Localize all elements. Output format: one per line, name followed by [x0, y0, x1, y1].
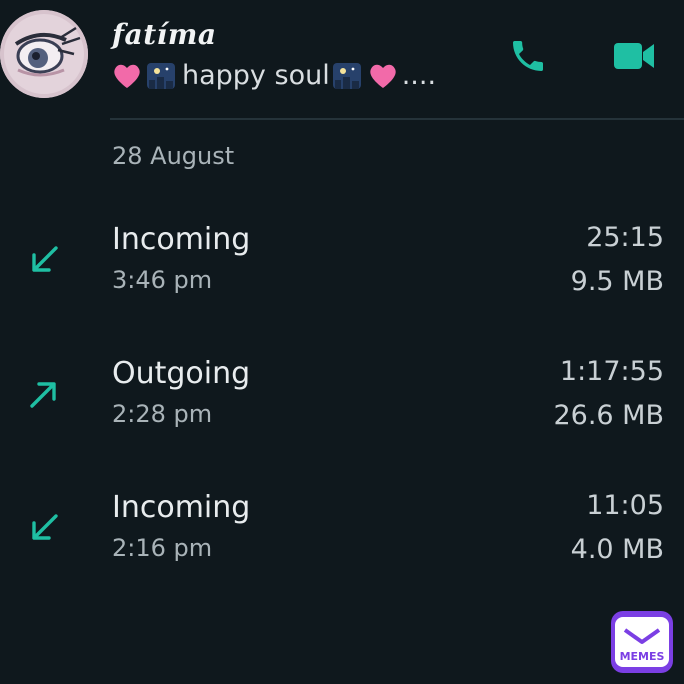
call-log-row[interactable]: Outgoing 2:28 pm 1:17:55 26.6 MB: [0, 356, 684, 466]
contact-status: happy soul ....: [112, 60, 436, 91]
call-log-row[interactable]: Incoming 3:46 pm 25:15 9.5 MB: [0, 222, 684, 332]
call-time: 2:28 pm: [112, 400, 213, 428]
call-duration: 25:15: [586, 222, 664, 253]
call-type-label: Outgoing: [112, 356, 251, 391]
call-time: 2:16 pm: [112, 534, 213, 562]
voice-call-button[interactable]: [508, 36, 548, 76]
call-data-size: 26.6 MB: [553, 400, 664, 431]
phone-icon: [513, 41, 543, 71]
chat-header: fatíma happy soul ....: [0, 0, 684, 120]
heart-emoji-icon: [370, 64, 396, 88]
memes-watermark-logo: MEMES: [611, 611, 673, 673]
call-data-size: 4.0 MB: [570, 534, 664, 565]
contact-avatar[interactable]: [0, 10, 88, 98]
call-log-row[interactable]: Incoming 2:16 pm 11:05 4.0 MB: [0, 490, 684, 600]
call-duration: 1:17:55: [559, 356, 664, 387]
call-duration: 11:05: [586, 490, 664, 521]
video-camera-icon: [614, 43, 654, 69]
call-log-date: 28 August: [112, 142, 235, 170]
incoming-arrow-icon: [32, 246, 58, 272]
call-data-size: 9.5 MB: [570, 266, 664, 297]
night-sky-emoji-icon: [147, 62, 175, 89]
outgoing-arrow-icon: [30, 382, 56, 408]
envelope-icon: [623, 628, 661, 644]
night-sky-emoji-icon: [332, 62, 361, 89]
status-suffix: ....: [401, 60, 437, 91]
video-call-button[interactable]: [612, 38, 656, 74]
avatar-image: [0, 10, 88, 98]
contact-name[interactable]: fatíma: [112, 18, 217, 51]
call-type-label: Incoming: [112, 222, 251, 257]
heart-emoji-icon: [114, 64, 140, 88]
incoming-arrow-icon: [32, 514, 58, 540]
status-text: happy soul: [182, 60, 330, 91]
watermark-text: MEMES: [619, 650, 665, 663]
call-type-label: Incoming: [112, 490, 251, 525]
header-divider: [110, 118, 684, 120]
call-time: 3:46 pm: [112, 266, 213, 294]
